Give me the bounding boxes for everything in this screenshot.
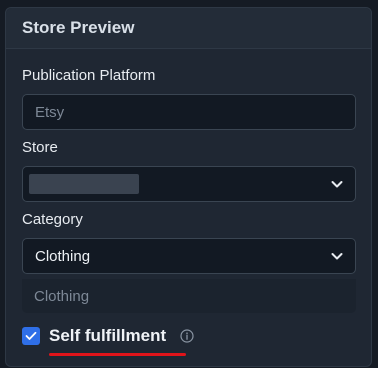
- publication-platform-value: Etsy: [35, 103, 65, 121]
- self-fulfillment-checkbox[interactable]: [22, 327, 40, 345]
- category-label: Category: [22, 211, 83, 228]
- self-fulfillment-row: Self fulfillment: [22, 324, 194, 356]
- category-option-label: Clothing: [34, 287, 90, 305]
- store-select[interactable]: [22, 166, 356, 202]
- panel-title: Store Preview: [6, 8, 371, 49]
- category-selected-value: Clothing: [35, 247, 91, 265]
- highlight-underline: [49, 353, 186, 356]
- category-select[interactable]: Clothing: [22, 238, 356, 274]
- chevron-down-icon: [331, 253, 343, 260]
- info-icon[interactable]: [180, 329, 194, 343]
- self-fulfillment-label[interactable]: Self fulfillment: [49, 326, 186, 356]
- self-fulfillment-text: Self fulfillment: [49, 326, 167, 345]
- store-preview-panel: Store Preview Publication Platform Etsy …: [5, 7, 372, 367]
- publication-platform-field: Etsy: [22, 94, 356, 130]
- publication-platform-label: Publication Platform: [22, 67, 156, 84]
- category-option-clothing[interactable]: Clothing: [22, 279, 356, 313]
- check-icon: [25, 331, 37, 340]
- store-value-redacted: [29, 174, 139, 194]
- chevron-down-icon: [331, 181, 343, 188]
- store-label: Store: [22, 139, 58, 156]
